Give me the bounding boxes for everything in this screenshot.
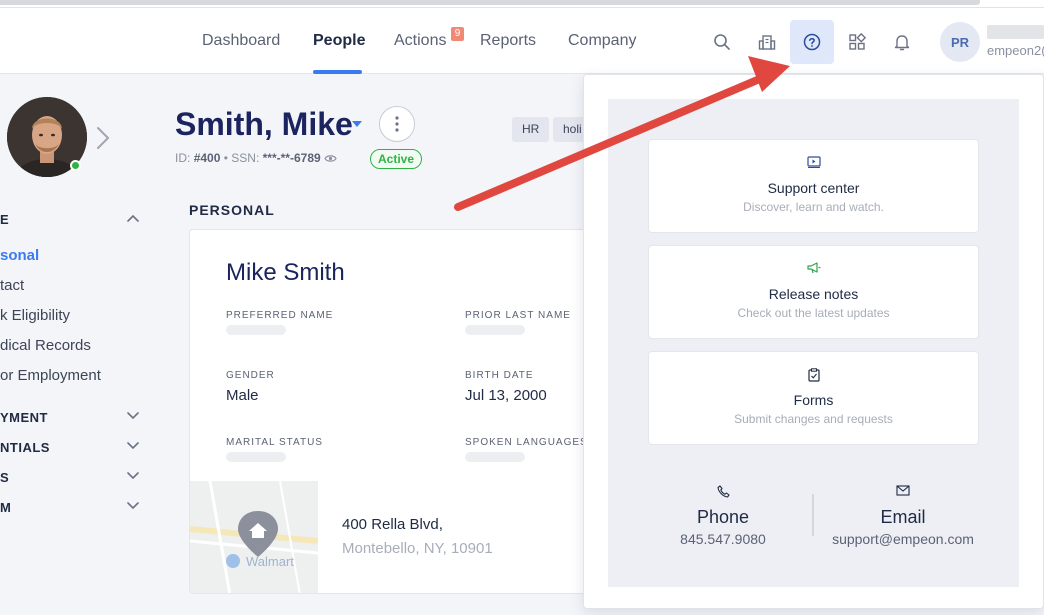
contact-divider <box>812 494 814 536</box>
employee-name: Smith, Mike <box>175 106 353 142</box>
sidebar-section-system[interactable]: M <box>0 500 11 515</box>
employee-id-line: ID: #400 • SSN: ***-**-6789 <box>175 151 337 165</box>
nav-actions[interactable]: Actions <box>394 32 446 50</box>
sidebar-section-profile[interactable]: E <box>0 212 9 227</box>
sidebar-item-contact[interactable]: tact <box>0 277 24 294</box>
help-panel: Support center Discover, learn and watch… <box>608 99 1019 587</box>
tag-hr[interactable]: HR <box>512 117 550 142</box>
prior-last-name-empty <box>465 325 525 335</box>
sidebar-section-benefits[interactable]: S <box>0 470 9 485</box>
preferred-name-empty <box>226 325 286 335</box>
chevron-down-icon[interactable] <box>126 411 140 421</box>
address-line2: Montebello, NY, 10901 <box>342 540 493 557</box>
email-title: Email <box>880 507 926 527</box>
more-vertical-icon <box>395 116 399 132</box>
spoken-languages-empty <box>465 452 525 462</box>
chevron-down-icon[interactable] <box>126 501 140 511</box>
chevron-up-icon[interactable] <box>126 213 140 223</box>
release-notes-title: Release notes <box>768 286 859 302</box>
scrollbar-thumb[interactable] <box>0 0 980 5</box>
gender-label: GENDER <box>226 370 275 381</box>
actions-count-badge: 9 <box>451 27 464 41</box>
release-notes-subtitle: Check out the latest updates <box>737 306 890 320</box>
mail-icon <box>896 485 910 496</box>
chevron-down-icon[interactable] <box>126 471 140 481</box>
help-circle-icon <box>803 33 821 51</box>
forms-card[interactable]: Forms Submit changes and requests <box>648 351 979 445</box>
birth-date-label: BIRTH DATE <box>465 370 534 381</box>
status-badge: Active <box>370 149 423 169</box>
search-button[interactable] <box>700 20 744 64</box>
sidebar-item-personal[interactable]: sonal <box>0 247 39 264</box>
clipboard-icon <box>807 368 820 382</box>
caret-down-icon[interactable] <box>351 120 363 128</box>
chevron-right-icon[interactable] <box>96 126 110 150</box>
nav-dashboard[interactable]: Dashboard <box>202 32 280 50</box>
sidebar-section-employment[interactable]: YMENT <box>0 410 48 425</box>
sidebar-item-work-eligibility[interactable]: k Eligibility <box>0 307 70 324</box>
map-place-label: Walmart <box>246 554 294 569</box>
megaphone-icon <box>806 262 820 274</box>
user-avatar[interactable]: PR <box>940 22 980 62</box>
bell-icon <box>894 35 910 51</box>
apps-button[interactable] <box>835 20 879 64</box>
browser-scrollbar <box>0 0 1044 8</box>
chevron-down-icon[interactable] <box>126 441 140 451</box>
marital-status-empty <box>226 452 286 462</box>
support-center-title: Support center <box>767 180 860 196</box>
org-chart-icon <box>758 35 776 50</box>
top-navigation-bar: Dashboard People Actions 9 Reports Compa… <box>0 8 1044 74</box>
marital-status-label: MARITAL STATUS <box>226 437 323 448</box>
nav-reports[interactable]: Reports <box>480 32 536 50</box>
user-id-text: empeon2( <box>987 43 1044 58</box>
support-center-subtitle: Discover, learn and watch. <box>743 200 884 214</box>
sidebar-item-prior-employment[interactable]: or Employment <box>0 367 101 384</box>
search-icon <box>714 34 730 50</box>
address-line1: 400 Rella Blvd, <box>342 516 443 533</box>
release-notes-card[interactable]: Release notes Check out the latest updat… <box>648 245 979 339</box>
apps-grid-icon <box>849 33 866 50</box>
sidebar-item-medical-records[interactable]: dical Records <box>0 337 91 354</box>
phone-title: Phone <box>696 507 750 527</box>
notifications-button[interactable] <box>880 20 924 64</box>
phone-contact[interactable]: Phone 845.547.9080 <box>663 485 783 547</box>
phone-number[interactable]: 845.547.9080 <box>663 531 783 547</box>
employee-id: #400 <box>193 151 221 165</box>
spoken-languages-label: SPOKEN LANGUAGES <box>465 437 588 448</box>
user-name-redacted <box>987 25 1044 39</box>
email-address[interactable]: support@empeon.com <box>823 531 983 547</box>
online-status-dot <box>70 160 81 171</box>
video-icon <box>806 156 821 168</box>
birth-date-value: Jul 13, 2000 <box>465 387 547 404</box>
help-popover: Support center Discover, learn and watch… <box>583 74 1044 609</box>
employee-ssn: ***-**-6789 <box>262 151 321 165</box>
eye-icon[interactable] <box>324 154 337 163</box>
phone-icon <box>716 485 730 498</box>
nav-company[interactable]: Company <box>568 32 636 50</box>
personal-info-card: Mike Smith PREFERRED NAME PRIOR LAST NAM… <box>189 229 609 594</box>
forms-title: Forms <box>793 392 834 408</box>
gender-value: Male <box>226 387 259 404</box>
prior-last-name-label: PRIOR LAST NAME <box>465 310 571 321</box>
sidebar-section-credentials[interactable]: NTIALS <box>0 440 50 455</box>
nav-people[interactable]: People <box>313 32 365 50</box>
address-map[interactable]: Walmart <box>190 481 318 593</box>
section-heading: PERSONAL <box>189 202 275 218</box>
preferred-name-label: PREFERRED NAME <box>226 310 334 321</box>
full-name: Mike Smith <box>226 259 345 286</box>
active-tab-indicator <box>313 70 362 74</box>
email-contact[interactable]: Email support@empeon.com <box>823 485 983 547</box>
forms-subtitle: Submit changes and requests <box>734 412 893 426</box>
more-actions-button[interactable] <box>379 106 415 142</box>
support-center-card[interactable]: Support center Discover, learn and watch… <box>648 139 979 233</box>
org-chart-button[interactable] <box>745 20 789 64</box>
help-button[interactable] <box>790 20 834 64</box>
